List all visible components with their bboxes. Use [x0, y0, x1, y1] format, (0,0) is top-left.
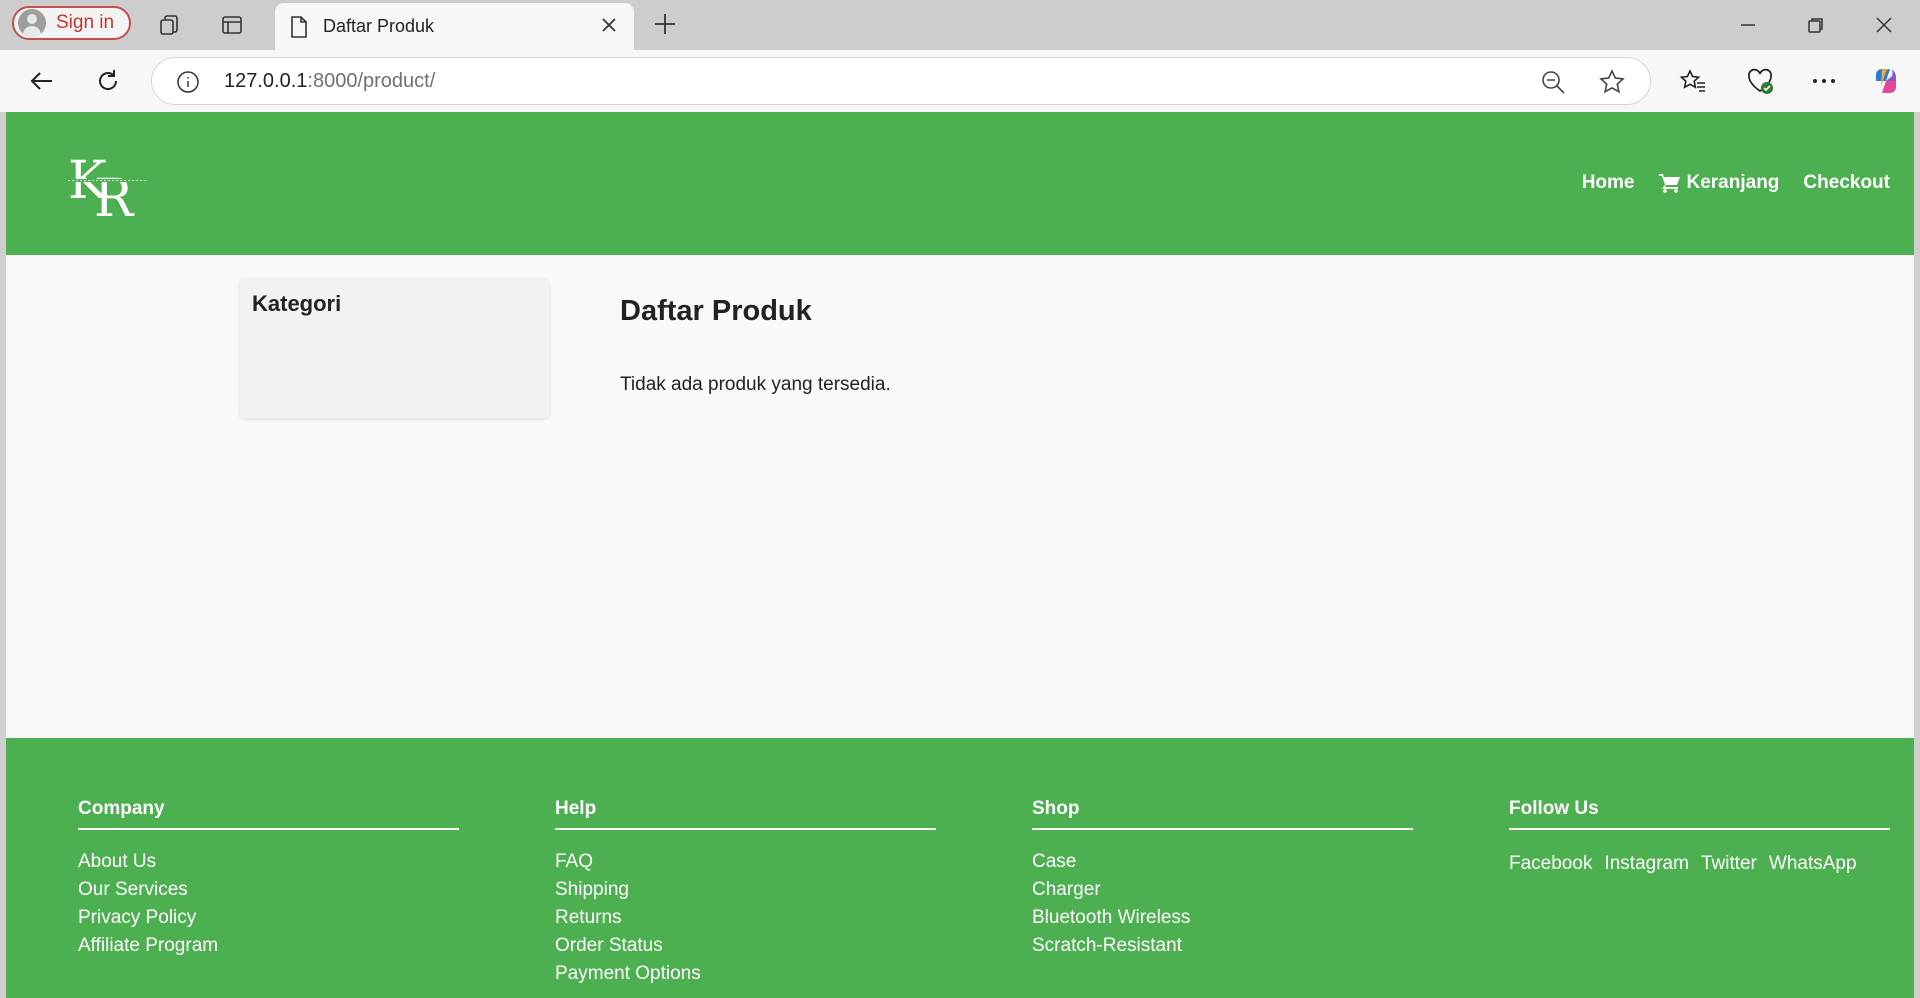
close-window-icon[interactable]	[1864, 11, 1904, 39]
tab-actions-icon[interactable]	[218, 11, 246, 39]
more-icon[interactable]	[1808, 65, 1840, 97]
footer-link[interactable]: FAQ	[555, 848, 936, 876]
footer-link[interactable]: Our Services	[78, 876, 459, 904]
cart-icon	[1658, 174, 1680, 193]
nav-home[interactable]: Home	[1582, 172, 1635, 194]
social-link-facebook[interactable]: Facebook	[1509, 853, 1592, 875]
footer-link[interactable]: Bluetooth Wireless	[1032, 904, 1413, 932]
refresh-icon[interactable]	[92, 65, 124, 97]
address-bar-row: 127.0.0.1:8000/product/	[0, 50, 1920, 112]
footer-column-follow: Follow Us Facebook Instagram Twitter Wha…	[1509, 798, 1890, 875]
footer-link[interactable]: Returns	[555, 904, 936, 932]
nav-checkout[interactable]: Checkout	[1803, 172, 1890, 194]
minimize-icon[interactable]	[1728, 11, 1768, 39]
footer-link[interactable]: Case	[1032, 848, 1413, 876]
footer-link[interactable]: Privacy Policy	[78, 904, 459, 932]
sign-in-button[interactable]: Sign in	[12, 6, 131, 40]
footer-link[interactable]: Charger	[1032, 876, 1413, 904]
social-link-instagram[interactable]: Instagram	[1604, 853, 1688, 875]
footer-heading: Company	[78, 798, 459, 830]
nav-cart[interactable]: Keranjang	[1658, 172, 1779, 194]
url-text[interactable]: 127.0.0.1:8000/product/	[224, 70, 435, 93]
url-bar[interactable]: 127.0.0.1:8000/product/	[151, 57, 1651, 105]
footer-column-help: Help FAQ Shipping Returns Order Status P…	[555, 798, 936, 988]
back-icon[interactable]	[26, 65, 58, 97]
footer-heading: Help	[555, 798, 936, 830]
footer-heading: Shop	[1032, 798, 1413, 830]
social-link-twitter[interactable]: Twitter	[1701, 853, 1757, 875]
social-links: Facebook Instagram Twitter WhatsApp	[1509, 853, 1890, 875]
browser-essentials-icon[interactable]	[1744, 65, 1776, 97]
favorite-star-icon[interactable]	[1598, 68, 1626, 101]
copilot-icon[interactable]	[1870, 65, 1902, 97]
browser-tab-bar: Sign in Daftar Produk	[0, 0, 1920, 50]
footer-link[interactable]: Order Status	[555, 932, 936, 960]
footer-link[interactable]: Payment Options	[555, 960, 936, 988]
page-icon	[289, 15, 309, 44]
site-info-icon[interactable]	[176, 70, 200, 99]
tab-title: Daftar Produk	[323, 16, 435, 36]
footer-column-company: Company About Us Our Services Privacy Po…	[78, 798, 459, 960]
profile-icon	[18, 9, 46, 37]
close-tab-icon[interactable]	[598, 14, 620, 41]
store-logo[interactable]: K R	[64, 146, 150, 229]
category-sidebar: Kategori	[240, 279, 549, 418]
new-tab-icon[interactable]	[652, 11, 678, 42]
footer-heading: Follow Us	[1509, 798, 1890, 830]
empty-products-message: Tidak ada produk yang tersedia.	[620, 374, 891, 395]
footer-column-shop: Shop Case Charger Bluetooth Wireless Scr…	[1032, 798, 1413, 960]
zoom-out-icon[interactable]	[1540, 69, 1566, 100]
page-title: Daftar Produk	[620, 295, 812, 327]
social-link-whatsapp[interactable]: WhatsApp	[1769, 853, 1857, 875]
footer-link[interactable]: Shipping	[555, 876, 936, 904]
favorites-icon[interactable]	[1677, 65, 1709, 97]
footer-link[interactable]: Scratch-Resistant	[1032, 932, 1413, 960]
restore-icon[interactable]	[1796, 11, 1836, 39]
workspaces-icon[interactable]	[156, 11, 184, 39]
site-header: K R Home Keranjang Checkout	[6, 112, 1914, 255]
svg-text:R: R	[94, 169, 135, 220]
sign-in-label: Sign in	[56, 12, 115, 33]
site-footer: Company About Us Our Services Privacy Po…	[6, 738, 1914, 998]
footer-link[interactable]: Affiliate Program	[78, 932, 459, 960]
main-nav: Home Keranjang Checkout	[1582, 172, 1890, 194]
sidebar-title: Kategori	[252, 291, 342, 316]
footer-link[interactable]: About Us	[78, 848, 459, 876]
page-viewport: K R Home Keranjang Checkout Kategori Daf…	[6, 112, 1914, 998]
active-tab[interactable]: Daftar Produk	[275, 3, 634, 50]
